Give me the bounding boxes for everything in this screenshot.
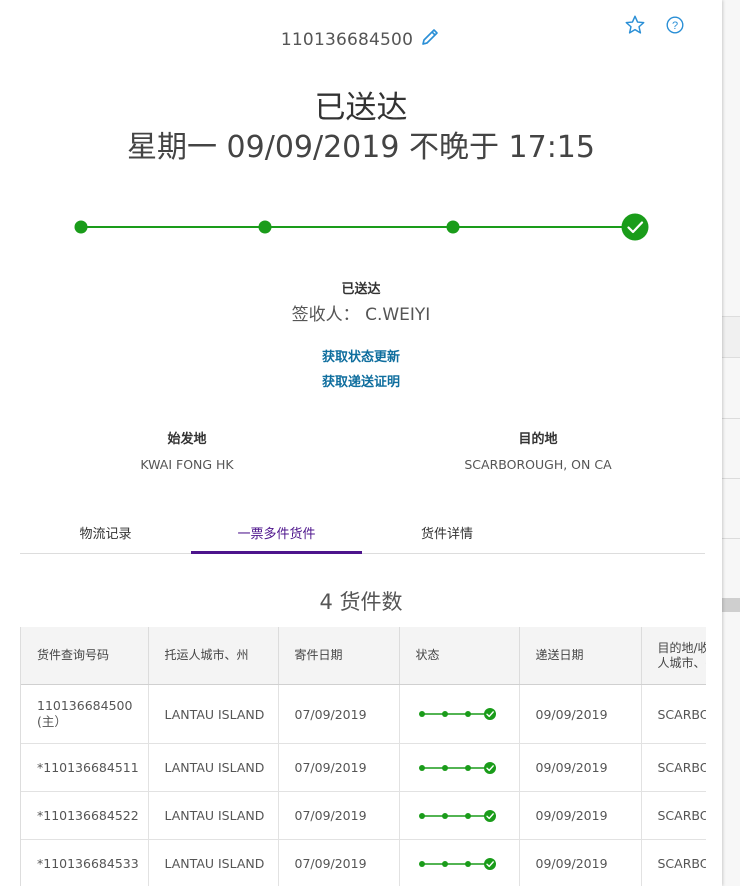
col-header-destination[interactable]: 目的地/收件人城市、州 [641, 627, 706, 685]
table-row[interactable]: *110136684533 LANTAU ISLAND 07/09/2019 0… [21, 839, 706, 886]
tab-multi-piece-shipment[interactable]: 一票多件货件 [191, 520, 362, 554]
pencil-icon[interactable] [419, 26, 441, 53]
cell-status [399, 684, 520, 744]
cell-status [399, 743, 520, 792]
shipments-table: 货件查询号码 托运人城市、州 寄件日期 状态 递送日期 目的地/收件人城市、州 … [20, 627, 706, 886]
cell-status [399, 839, 520, 886]
origin-label: 始发地 [167, 432, 207, 447]
col-header-delivery-date[interactable]: 递送日期 [519, 627, 642, 685]
cell-ship-date: 07/09/2019 [278, 839, 400, 886]
progress-dot-1 [74, 220, 88, 234]
origin-block: 始发地 KWAI FONG HK [57, 428, 317, 472]
origin-value: KWAI FONG HK [140, 457, 234, 472]
progress-tracker [0, 212, 722, 242]
delivery-date-line: 星期一 09/09/2019 不晚于 17:15 [127, 130, 595, 165]
cell-delivery-date: 09/09/2019 [519, 839, 642, 886]
proof-of-delivery-link[interactable]: 获取递送证明 [0, 371, 722, 390]
mini-progress-icon [418, 708, 496, 720]
cell-shipper-city: LANTAU ISLAND [148, 839, 279, 886]
table-row[interactable]: *110136684522 LANTAU ISLAND 07/09/2019 0… [21, 791, 706, 840]
cell-ship-date: 07/09/2019 [278, 684, 400, 744]
col-header-shipper-city[interactable]: 托运人城市、州 [148, 627, 279, 685]
cell-tracking[interactable]: *110136684533 [21, 839, 149, 886]
cell-destination: SCARBOROUGH, ON [641, 839, 706, 886]
mini-progress-icon [418, 857, 496, 870]
svg-text:?: ? [672, 20, 678, 32]
col-header-status[interactable]: 状态 [399, 627, 520, 685]
tracking-number: 110136684500 [280, 30, 414, 50]
cell-destination: SCARBOROUGH, ON [641, 684, 706, 744]
cell-delivery-date: 09/09/2019 [519, 791, 642, 840]
col-header-tracking[interactable]: 货件查询号码 [21, 627, 149, 685]
table-header-row: 货件查询号码 托运人城市、州 寄件日期 状态 递送日期 目的地/收件人城市、州 [21, 627, 706, 685]
cell-delivery-date: 09/09/2019 [519, 743, 642, 792]
destination-value: SCARBOROUGH, ON CA [464, 457, 612, 472]
cell-shipper-city: LANTAU ISLAND [148, 743, 279, 792]
background-scrollbar [722, 598, 740, 612]
table-row[interactable]: 110136684500 (主） LANTAU ISLAND 07/09/201… [21, 684, 706, 744]
sub-status: 已送达 [341, 282, 381, 297]
cell-shipper-city: LANTAU ISLAND [148, 684, 279, 744]
tab-travel-history[interactable]: 物流记录 [20, 520, 191, 553]
cell-tracking[interactable]: 110136684500 (主） [21, 684, 149, 744]
cell-destination: SCARBOROUGH, ON [641, 743, 706, 792]
status-title: 已送达 [314, 90, 408, 126]
progress-dot-2 [258, 220, 272, 234]
get-status-updates-link[interactable]: 获取状态更新 [0, 346, 722, 365]
cell-ship-date: 07/09/2019 [278, 791, 400, 840]
tracking-number-header: 110136684500 [0, 26, 722, 53]
cell-tracking[interactable]: *110136684522 [21, 791, 149, 840]
tab-shipment-details[interactable]: 货件详情 [362, 520, 532, 553]
destination-block: 目的地 SCARBOROUGH, ON CA [408, 428, 668, 472]
top-icons: ? [624, 14, 686, 36]
cell-ship-date: 07/09/2019 [278, 743, 400, 792]
destination-label: 目的地 [518, 432, 558, 447]
cell-destination: SCARBOROUGH, ON [641, 791, 706, 840]
cell-shipper-city: LANTAU ISLAND [148, 791, 279, 840]
shipment-detail-panel: 110136684500 ? 已送达 星期一 09/09/2019 不晚于 17… [0, 0, 722, 886]
cell-delivery-date: 09/09/2019 [519, 684, 642, 744]
col-header-ship-date[interactable]: 寄件日期 [278, 627, 400, 685]
background-page-right [722, 0, 740, 886]
signed-by: 签收人： C.WEIYI [291, 305, 431, 325]
table-row[interactable]: *110136684511 LANTAU ISLAND 07/09/2019 0… [21, 743, 706, 792]
star-icon[interactable] [624, 14, 646, 36]
mini-progress-icon [418, 761, 496, 774]
cell-tracking[interactable]: *110136684511 [21, 743, 149, 792]
tab-bar: 物流记录 一票多件货件 货件详情 [20, 520, 705, 554]
progress-dot-3 [446, 220, 460, 234]
mini-progress-icon [418, 809, 496, 822]
cell-status [399, 791, 520, 840]
checkmark-icon [621, 213, 649, 241]
help-icon[interactable]: ? [664, 14, 686, 36]
shipment-count: 4 货件数 [319, 590, 403, 614]
